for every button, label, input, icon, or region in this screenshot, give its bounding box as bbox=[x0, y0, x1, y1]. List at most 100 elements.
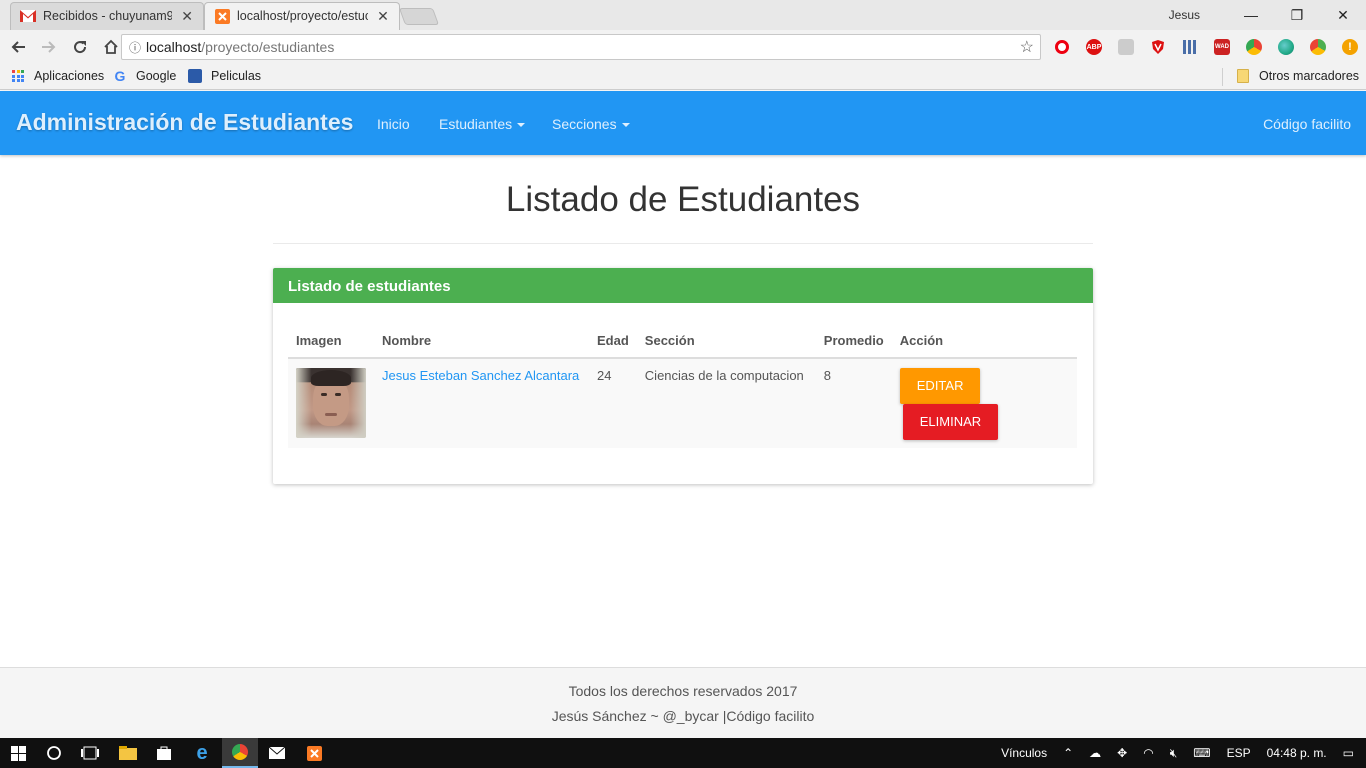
cloud-icon[interactable]: ☁ bbox=[1089, 746, 1101, 760]
shield-icon[interactable] bbox=[1146, 35, 1170, 59]
bookmark-peliculas[interactable]: Peliculas bbox=[187, 68, 261, 84]
url-path: /proyecto/estudiantes bbox=[201, 39, 335, 55]
footer-copyright: Todos los derechos reservados 2017 bbox=[568, 683, 798, 699]
column-header: Acción bbox=[891, 324, 1077, 359]
cell-average: 8 bbox=[815, 358, 892, 448]
file-explorer-icon[interactable] bbox=[110, 738, 146, 768]
panel-heading: Listado de estudiantes bbox=[273, 268, 1093, 303]
extension-icon[interactable] bbox=[1114, 35, 1138, 59]
earth-icon[interactable] bbox=[1274, 35, 1298, 59]
chrome-ext2-icon[interactable] bbox=[1306, 35, 1330, 59]
students-panel: Listado de estudiantes Imagen Nombre Eda… bbox=[273, 268, 1093, 484]
forward-arrow-icon[interactable] bbox=[35, 33, 63, 61]
close-tab-icon[interactable]: ✕ bbox=[376, 8, 390, 25]
back-arrow-icon[interactable] bbox=[4, 33, 32, 61]
student-name-link[interactable]: Jesus Esteban Sanchez Alcantara bbox=[374, 358, 589, 448]
nav-secciones-dropdown[interactable]: Secciones bbox=[552, 116, 630, 132]
edit-button[interactable]: Editar bbox=[899, 368, 981, 404]
nav-label: Inicio bbox=[377, 116, 410, 132]
column-header: Sección bbox=[636, 324, 816, 359]
close-tab-icon[interactable]: ✕ bbox=[180, 8, 194, 25]
caret-down-icon bbox=[621, 123, 630, 128]
nav-inicio[interactable]: Inicio bbox=[377, 116, 410, 132]
student-photo bbox=[296, 368, 366, 438]
browser-tab-localhost[interactable]: localhost/proyecto/estuc ✕ bbox=[204, 2, 400, 30]
volume-muted-icon[interactable]: 🔇︎ bbox=[1170, 746, 1178, 761]
bookmarks-separator bbox=[1222, 68, 1223, 86]
clock[interactable]: 04:48 p. m. bbox=[1267, 746, 1327, 760]
chrome-ext-icon[interactable] bbox=[1242, 35, 1266, 59]
nav-estudiantes-dropdown[interactable]: Estudiantes bbox=[439, 116, 526, 132]
dropbox-icon[interactable]: ✥ bbox=[1117, 746, 1127, 760]
bookmark-star-icon[interactable]: ☆ bbox=[1020, 37, 1034, 57]
google-icon: G bbox=[114, 68, 126, 84]
wifi-icon[interactable]: ◠ bbox=[1143, 746, 1153, 760]
cell-image bbox=[288, 358, 374, 448]
search-icon[interactable] bbox=[36, 738, 72, 768]
new-tab-button[interactable] bbox=[398, 8, 440, 25]
close-window-button[interactable]: ✕ bbox=[1320, 7, 1366, 24]
nav-codigo-facilito[interactable]: Código facilito bbox=[1263, 116, 1351, 132]
app-navbar: Administración de Estudiantes Inicio Est… bbox=[0, 91, 1366, 155]
students-table: Imagen Nombre Edad Sección Promedio Acci… bbox=[288, 324, 1077, 448]
language-indicator[interactable]: ESP bbox=[1227, 746, 1251, 760]
address-bar[interactable]: ⓘ localhost /proyecto/estudiantes ☆ bbox=[121, 34, 1041, 60]
grid-icon[interactable] bbox=[1178, 35, 1202, 59]
minimize-button[interactable]: — bbox=[1228, 7, 1274, 23]
other-bookmarks-label: Otros marcadores bbox=[1259, 69, 1360, 83]
warning-icon[interactable]: ! bbox=[1338, 35, 1362, 59]
tab-title: Recibidos - chuyunam93 bbox=[43, 9, 173, 23]
nav-label: Estudiantes bbox=[439, 116, 513, 132]
cell-actions: EditarEliminar bbox=[891, 358, 1077, 448]
gmail-icon bbox=[20, 8, 36, 24]
page-title: Listado de Estudiantes bbox=[505, 180, 861, 219]
delete-button[interactable]: Eliminar bbox=[902, 404, 999, 440]
cell-age: 24 bbox=[589, 358, 637, 448]
chrome-taskbar-icon[interactable] bbox=[222, 738, 258, 768]
browser-tab-gmail[interactable]: Recibidos - chuyunam93 ✕ bbox=[10, 2, 204, 30]
edge-icon[interactable]: e bbox=[184, 738, 220, 768]
adblock-icon[interactable]: ABP bbox=[1082, 35, 1106, 59]
profile-name[interactable]: Jesus bbox=[1169, 8, 1200, 22]
column-header: Nombre bbox=[374, 324, 589, 359]
reload-icon[interactable] bbox=[66, 33, 94, 61]
bookmark-google[interactable]: G Google bbox=[112, 68, 177, 84]
chevron-up-icon[interactable]: ⌃ bbox=[1063, 746, 1073, 760]
nav-label: Secciones bbox=[552, 116, 617, 132]
bookmark-label: Aplicaciones bbox=[34, 69, 105, 83]
table-header-row: Imagen Nombre Edad Sección Promedio Acci… bbox=[288, 324, 1077, 359]
navbar-brand[interactable]: Administración de Estudiantes bbox=[16, 109, 353, 136]
restore-button[interactable]: ❐ bbox=[1274, 7, 1320, 24]
keyboard-icon[interactable]: ⌨ bbox=[1193, 746, 1210, 760]
column-header: Edad bbox=[589, 324, 637, 359]
browser-toolbar: ⓘ localhost /proyecto/estudiantes ☆ ABP … bbox=[0, 30, 1366, 64]
mail-icon[interactable] bbox=[259, 738, 295, 768]
apps-icon bbox=[10, 68, 26, 84]
tray-links[interactable]: Vínculos bbox=[1001, 746, 1047, 760]
bookmark-label: Google bbox=[136, 69, 177, 83]
opera-icon[interactable] bbox=[1050, 35, 1074, 59]
page-footer: Todos los derechos reservados 2017 Jesús… bbox=[0, 667, 1366, 738]
bookmark-label: Peliculas bbox=[211, 69, 262, 83]
notifications-icon[interactable]: ▭ bbox=[1343, 746, 1354, 760]
table-row: Jesus Esteban Sanchez Alcantara 24 Cienc… bbox=[288, 358, 1077, 448]
extensions-bar: ABP WAD ! ⋮ bbox=[1050, 35, 1366, 59]
column-header: Imagen bbox=[288, 324, 374, 359]
wappalyzer-icon[interactable]: WAD bbox=[1210, 35, 1234, 59]
info-icon[interactable]: ⓘ bbox=[124, 39, 146, 56]
movie-icon bbox=[187, 68, 203, 84]
tab-title: localhost/proyecto/estuc bbox=[237, 9, 369, 23]
xampp-icon bbox=[214, 8, 230, 24]
store-icon[interactable] bbox=[146, 738, 182, 768]
other-bookmarks[interactable]: Otros marcadores bbox=[1235, 68, 1359, 84]
folder-icon bbox=[1235, 68, 1251, 84]
cell-section: Ciencias de la computacion bbox=[636, 358, 816, 448]
url-host: localhost bbox=[146, 39, 202, 55]
bookmarks-bar: Aplicaciones G Google Peliculas Otros ma… bbox=[0, 64, 1366, 90]
footer-credits: Jesús Sánchez ~ @_bycar |Código facilito bbox=[551, 708, 815, 724]
task-view-icon[interactable] bbox=[72, 738, 108, 768]
bookmark-apps[interactable]: Aplicaciones bbox=[10, 68, 104, 84]
windows-start-icon[interactable] bbox=[0, 738, 36, 768]
column-header: Promedio bbox=[815, 324, 892, 359]
xampp-taskbar-icon[interactable] bbox=[296, 738, 332, 768]
